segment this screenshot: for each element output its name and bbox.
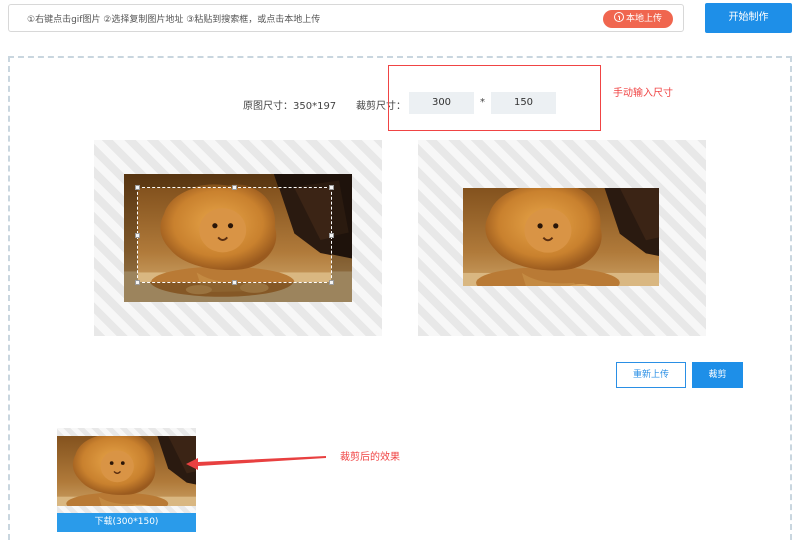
crop-handle-bottom-mid[interactable]: [232, 280, 237, 285]
crop-handle-top-left[interactable]: [135, 185, 140, 190]
result-arrow-icon: [186, 456, 326, 470]
result-thumbnail: [57, 436, 196, 506]
crop-handle-bottom-right[interactable]: [329, 280, 334, 285]
upload-local-button[interactable]: 本地上传: [603, 10, 673, 28]
crop-selection-box[interactable]: [137, 187, 332, 283]
crop-handle-top-mid[interactable]: [232, 185, 237, 190]
crop-handle-mid-right[interactable]: [329, 233, 334, 238]
result-thumb-stripe-top: [57, 428, 196, 436]
download-button[interactable]: 下载(300*150): [57, 513, 196, 532]
start-button[interactable]: 开始制作: [705, 3, 792, 33]
url-hint-text: ①右键点击gif图片 ②选择复制图片地址 ③粘贴到搜索框，或点击本地上传: [27, 15, 321, 25]
crop-handle-top-right[interactable]: [329, 185, 334, 190]
reupload-button[interactable]: 重新上传: [616, 362, 686, 388]
manual-input-annotation: 手动输入尺寸: [613, 88, 673, 99]
crop-preview-image: [463, 188, 659, 286]
crop-handle-mid-left[interactable]: [135, 233, 140, 238]
upload-local-label: 本地上传: [625, 14, 662, 24]
crop-button[interactable]: 裁剪: [692, 362, 743, 388]
result-thumb-stripe-bottom: [57, 506, 196, 513]
original-size-text: 原图尺寸：350*197: [243, 101, 337, 112]
upload-icon: [613, 12, 624, 22]
manual-input-highlight: [388, 65, 601, 131]
result-effect-annotation: 裁剪后的效果: [340, 452, 400, 463]
url-input-bar[interactable]: ①右键点击gif图片 ②选择复制图片地址 ③粘贴到搜索框，或点击本地上传 本地上…: [8, 4, 684, 32]
crop-handle-bottom-left[interactable]: [135, 280, 140, 285]
